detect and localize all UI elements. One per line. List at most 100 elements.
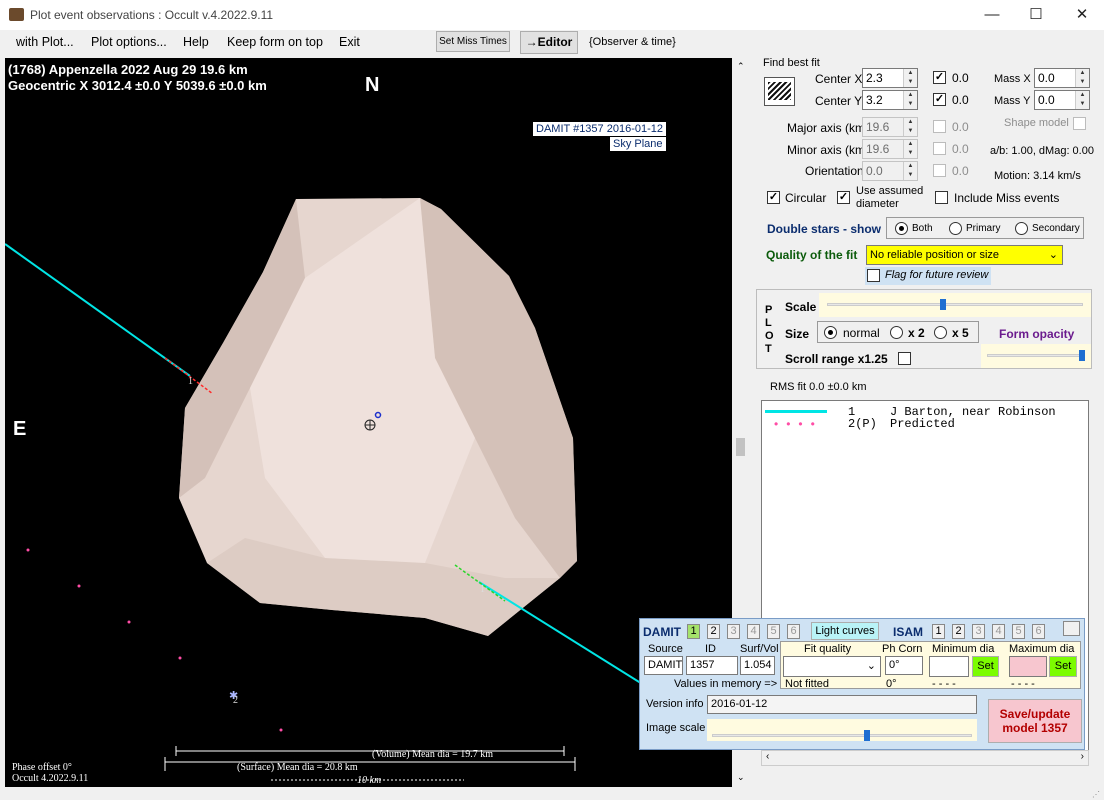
orientation-checkbox[interactable] xyxy=(933,164,946,177)
image-scale-thumb[interactable] xyxy=(864,730,871,741)
best-fit-button[interactable] xyxy=(764,77,795,106)
mass-x-label: Mass X xyxy=(994,73,1031,85)
fit-quality-header: Fit quality xyxy=(804,643,852,655)
resize-grip-icon[interactable]: ⋰ xyxy=(1092,790,1102,799)
minor-axis-check-value: 0.0 xyxy=(952,142,969,156)
opacity-thumb[interactable] xyxy=(1079,350,1085,361)
minor-axis-spinner[interactable]: 19.6 ▲ ▼ xyxy=(862,139,918,159)
shape-model-checkbox[interactable] xyxy=(1073,117,1086,130)
legend-line-1 xyxy=(765,410,827,413)
menu-with-plot[interactable]: with Plot... xyxy=(16,35,74,49)
legend-num-2: 2(P) xyxy=(848,417,877,431)
radio-secondary-label: Secondary xyxy=(1032,223,1080,234)
spinner-arrows-icon[interactable]: ▲ ▼ xyxy=(1075,91,1089,109)
list-horizontal-scrollbar[interactable]: ‹ › xyxy=(761,750,1089,766)
scroll-left-icon[interactable]: ‹ xyxy=(766,751,769,762)
isam-model-5[interactable]: 5 xyxy=(1012,624,1025,639)
scroll-right-icon[interactable]: › xyxy=(1081,751,1084,762)
circular-checkbox[interactable]: ✓ xyxy=(767,191,780,204)
shape-model-label: Shape model xyxy=(1004,117,1069,129)
scroll-range-checkbox[interactable] xyxy=(898,352,911,365)
quality-dropdown[interactable]: No reliable position or size ⌄ xyxy=(866,245,1063,265)
maximize-button[interactable]: ☐ xyxy=(1016,4,1056,26)
scroll-up-icon[interactable]: ⌃ xyxy=(737,61,745,72)
damit-model-4[interactable]: 4 xyxy=(747,624,760,639)
menu-keep-on-top[interactable]: Keep form on top xyxy=(227,35,323,49)
isam-model-6[interactable]: 6 xyxy=(1032,624,1045,639)
radio-normal-label: normal xyxy=(843,326,880,340)
menu-exit[interactable]: Exit xyxy=(339,35,360,49)
center-x-checkbox[interactable]: ✓ xyxy=(933,71,946,84)
rms-fit-label: RMS fit 0.0 ±0.0 km xyxy=(770,381,867,393)
max-dia-field[interactable] xyxy=(1009,656,1047,677)
radio-primary[interactable] xyxy=(949,222,962,235)
center-y-checkbox[interactable]: ✓ xyxy=(933,93,946,106)
major-axis-value: 19.6 xyxy=(866,120,890,134)
flag-review-checkbox[interactable] xyxy=(867,269,880,282)
center-y-spinner[interactable]: 3.2 ▲ ▼ xyxy=(862,90,918,110)
light-curves-button[interactable]: Light curves xyxy=(811,622,879,640)
set-miss-times-button[interactable]: Set Miss Times xyxy=(436,31,510,52)
use-assumed-checkbox[interactable]: ✓ xyxy=(837,191,850,204)
menu-help[interactable]: Help xyxy=(183,35,209,49)
max-dia-header: Maximum dia xyxy=(1009,643,1075,655)
max-dia-set-button[interactable]: Set xyxy=(1049,656,1077,677)
scale-thumb[interactable] xyxy=(939,299,946,310)
damit-model-2[interactable]: 2 xyxy=(707,624,720,639)
spinner-arrows-icon[interactable]: ▲ ▼ xyxy=(903,140,917,158)
plot-canvas[interactable]: ✱ (1768) Appenzella 2022 Aug 29 19.6 km … xyxy=(5,58,732,787)
radio-secondary[interactable] xyxy=(1015,222,1028,235)
version-info-field[interactable]: 2016-01-12 xyxy=(707,695,977,714)
damit-model-3[interactable]: 3 xyxy=(727,624,740,639)
opacity-slider[interactable] xyxy=(981,344,1091,368)
radio-x2[interactable] xyxy=(890,326,903,339)
radio-x5[interactable] xyxy=(934,326,947,339)
source-field[interactable]: DAMIT xyxy=(644,656,683,675)
close-button[interactable]: ✕ xyxy=(1062,4,1102,26)
surfvol-field[interactable]: 1.054 xyxy=(740,656,775,675)
spinner-arrows-icon[interactable]: ▲ ▼ xyxy=(903,91,917,109)
major-axis-checkbox[interactable] xyxy=(933,120,946,133)
orientation-spinner[interactable]: 0.0 ▲ ▼ xyxy=(862,161,918,181)
damit-model-1[interactable]: 1 xyxy=(687,624,700,639)
scale-km-label: 10 km xyxy=(357,775,382,786)
mass-y-spinner[interactable]: 0.0 ▲ ▼ xyxy=(1034,90,1090,110)
spinner-arrows-icon[interactable]: ▲ ▼ xyxy=(903,118,917,136)
image-scale-slider[interactable] xyxy=(707,719,977,741)
center-y-check-value: 0.0 xyxy=(952,93,969,107)
plot-header-1: (1768) Appenzella 2022 Aug 29 19.6 km xyxy=(8,62,248,77)
center-x-spinner[interactable]: 2.3 ▲ ▼ xyxy=(862,68,918,88)
include-miss-checkbox[interactable] xyxy=(935,191,948,204)
scroll-thumb[interactable] xyxy=(736,438,745,456)
damit-model-5[interactable]: 5 xyxy=(767,624,780,639)
major-axis-spinner[interactable]: 19.6 ▲ ▼ xyxy=(862,117,918,137)
min-dia-set-button[interactable]: Set xyxy=(972,656,999,677)
minor-axis-checkbox[interactable] xyxy=(933,142,946,155)
minimize-button[interactable]: — xyxy=(972,4,1012,26)
min-dia-field[interactable] xyxy=(929,656,969,677)
editor-button[interactable]: →Editor xyxy=(520,31,578,54)
damit-model-6[interactable]: 6 xyxy=(787,624,800,639)
scroll-down-icon[interactable]: ⌄ xyxy=(737,772,745,783)
isam-extra-button[interactable] xyxy=(1063,621,1080,636)
id-field[interactable]: 1357 xyxy=(686,656,738,675)
flag-review-area: Flag for future review xyxy=(865,267,991,285)
opacity-track xyxy=(987,354,1085,357)
radio-normal[interactable] xyxy=(824,326,837,339)
spinner-arrows-icon[interactable]: ▲ ▼ xyxy=(903,162,917,180)
fit-quality-dropdown[interactable]: ⌄ xyxy=(783,656,881,677)
radio-both[interactable] xyxy=(895,222,908,235)
flag-review-label: Flag for future review xyxy=(885,269,989,281)
isam-model-2[interactable]: 2 xyxy=(952,624,965,639)
isam-model-4[interactable]: 4 xyxy=(992,624,1005,639)
spinner-arrows-icon[interactable]: ▲ ▼ xyxy=(903,69,917,87)
scale-slider[interactable] xyxy=(819,293,1091,317)
phcorr-field[interactable]: 0° xyxy=(885,656,923,675)
save-update-button[interactable]: Save/update model 1357 xyxy=(988,699,1082,743)
mass-x-spinner[interactable]: 0.0 ▲ ▼ xyxy=(1034,68,1090,88)
spinner-arrows-icon[interactable]: ▲ ▼ xyxy=(1075,69,1089,87)
isam-model-1[interactable]: 1 xyxy=(932,624,945,639)
menu-plot-options[interactable]: Plot options... xyxy=(91,35,167,49)
minor-axis-label: Minor axis (km) xyxy=(787,143,870,157)
isam-model-3[interactable]: 3 xyxy=(972,624,985,639)
